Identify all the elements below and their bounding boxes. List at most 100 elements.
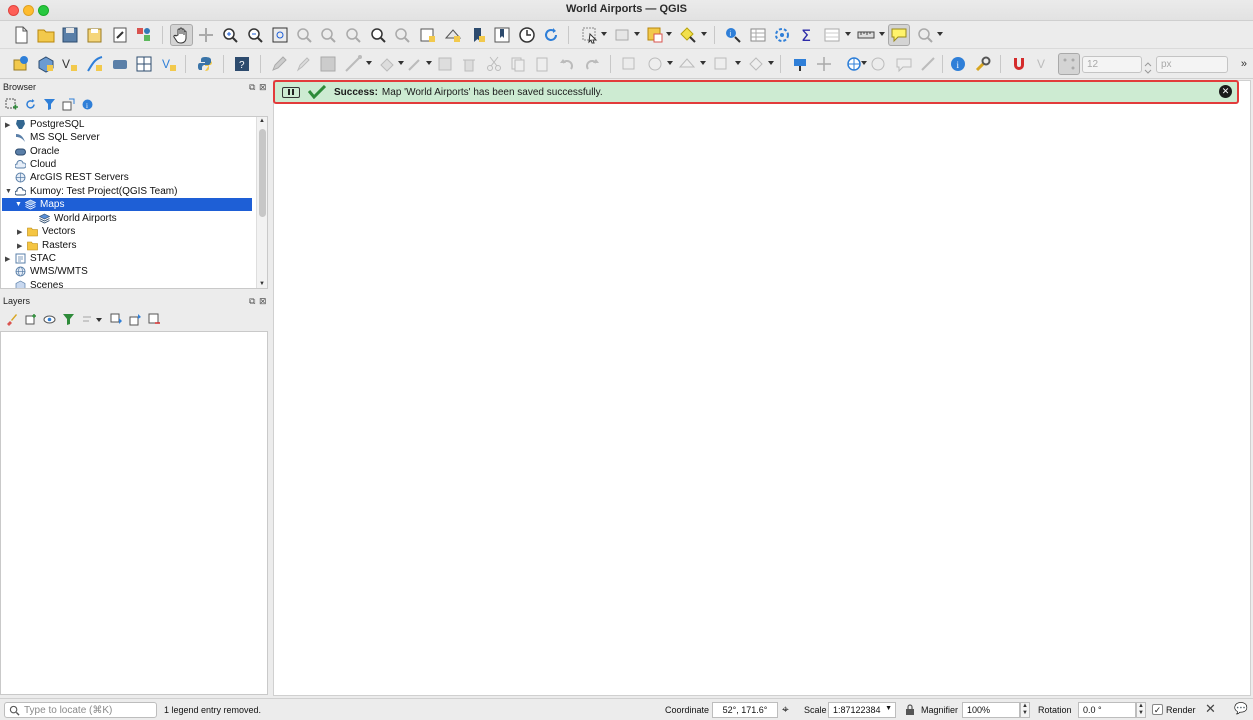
render-checkbox[interactable]: ✓ <box>1152 704 1163 715</box>
add-selected-layers-icon[interactable] <box>4 97 19 112</box>
new-spatialite-icon[interactable] <box>85 54 105 74</box>
tree-item-rasters[interactable]: ▶ Rasters <box>17 239 257 252</box>
collapse-arrow-icon[interactable]: ▼ <box>5 188 14 195</box>
add-group-icon[interactable] <box>23 312 38 327</box>
new-virtual-layer-icon[interactable] <box>134 54 154 74</box>
open-project-icon[interactable] <box>36 25 56 45</box>
new-3d-view-icon[interactable] <box>443 25 463 45</box>
visibility-eye-icon[interactable] <box>42 312 57 327</box>
rotation-spinner-icon[interactable]: ▲ ▼ <box>1136 702 1146 718</box>
statistics-icon[interactable]: Σ <box>797 25 817 45</box>
locator-search-input[interactable]: Type to locate (⌘K) <box>4 702 157 718</box>
tree-item-arcgis[interactable]: ArcGIS REST Servers <box>5 171 257 184</box>
add-ring-icon[interactable] <box>645 54 665 74</box>
magnifier-field[interactable]: 100% <box>962 702 1020 718</box>
undo-icon[interactable] <box>557 54 577 74</box>
offset-curve-icon[interactable] <box>746 54 766 74</box>
print-layout-icon[interactable] <box>110 25 130 45</box>
snapping-tolerance-input[interactable]: 12 <box>1082 56 1142 73</box>
save-edits-icon[interactable] <box>318 54 338 74</box>
zoom-native-icon[interactable] <box>343 25 363 45</box>
tree-item-wms[interactable]: WMS/WMTS <box>5 265 257 278</box>
new-project-icon[interactable] <box>11 25 31 45</box>
browser-panel-float-icon[interactable]: ⧉ <box>249 82 255 93</box>
scale-field[interactable]: 1:87122384 ▼ <box>828 702 896 718</box>
delete-selected-icon[interactable] <box>435 54 455 74</box>
fill-ring-icon[interactable] <box>677 54 697 74</box>
filter-legend-icon[interactable] <box>61 312 76 327</box>
data-source-manager-icon[interactable] <box>11 54 31 74</box>
expand-arrow-icon[interactable]: ▶ <box>17 242 26 250</box>
temporal-controller-icon[interactable] <box>517 25 537 45</box>
filter-browser-icon[interactable] <box>42 97 57 112</box>
new-shapefile-icon[interactable]: V <box>60 54 80 74</box>
collapse-arrow-icon[interactable]: ▼ <box>15 201 24 208</box>
attribute-table-icon[interactable] <box>748 25 768 45</box>
new-temp-layer-icon[interactable] <box>110 54 130 74</box>
new-mesh-icon[interactable]: V <box>159 54 179 74</box>
select-by-value-icon[interactable] <box>613 25 633 45</box>
help-icon[interactable]: ? <box>232 54 252 74</box>
zoom-to-layer-icon[interactable] <box>318 25 338 45</box>
browser-panel-close-icon[interactable]: ⊠ <box>259 82 267 93</box>
browser-scrollbar[interactable]: ▲ ▼ <box>256 117 267 288</box>
tracing-icon[interactable] <box>918 54 938 74</box>
pause-icon[interactable] <box>282 86 300 98</box>
zoom-last-icon[interactable] <box>368 25 388 45</box>
tolerance-spinner-icon[interactable] <box>1143 58 1153 78</box>
zoom-in-icon[interactable] <box>220 25 240 45</box>
tree-item-stac[interactable]: ▶ STAC <box>5 252 257 265</box>
select-location-icon[interactable] <box>678 25 698 45</box>
trash-icon[interactable] <box>459 54 479 74</box>
measure-icon[interactable] <box>856 25 876 45</box>
label-move-icon[interactable] <box>814 54 834 74</box>
crs-toggle-icon[interactable]: ⌖ <box>782 702 789 717</box>
tree-item-maps[interactable]: ▼ Maps <box>2 198 252 211</box>
expand-all-icon[interactable] <box>109 312 124 327</box>
settings-wrench-icon[interactable] <box>973 54 993 74</box>
lock-scale-icon[interactable] <box>905 704 915 716</box>
pan-to-selection-icon[interactable] <box>196 25 216 45</box>
style-brush-icon[interactable] <box>4 312 19 327</box>
browser-scroll-thumb[interactable] <box>259 129 266 217</box>
tree-item-oracle[interactable]: Oracle <box>5 145 257 158</box>
copy-icon[interactable] <box>508 54 528 74</box>
redo-icon[interactable] <box>582 54 602 74</box>
coordinate-field[interactable]: 52°, 171.6° <box>712 702 778 718</box>
tree-item-postgresql[interactable]: ▶ PostgreSQL <box>5 118 257 131</box>
toolbox-icon[interactable] <box>772 25 792 45</box>
vertex-tool-icon[interactable] <box>377 54 397 74</box>
save-project-icon[interactable] <box>60 25 80 45</box>
save-as-icon[interactable] <box>85 25 105 45</box>
rotation-field[interactable]: 0.0 ° <box>1078 702 1136 718</box>
toolbar-overflow-icon[interactable]: » <box>1241 58 1247 70</box>
deselect-icon[interactable] <box>645 25 665 45</box>
scroll-down-icon[interactable]: ▼ <box>259 281 265 287</box>
style-manager-icon[interactable] <box>134 25 154 45</box>
layers-panel-close-icon[interactable]: ⊠ <box>259 296 267 307</box>
toggle-editing-icon[interactable] <box>293 54 313 74</box>
messages-log-icon[interactable]: 💬 <box>1234 702 1248 715</box>
tree-item-kumoy[interactable]: ▼ Kumoy: Test Project(QGIS Team) <box>5 185 257 198</box>
scale-dropdown-icon[interactable]: ▼ <box>885 705 892 712</box>
scroll-up-icon[interactable]: ▲ <box>259 118 265 124</box>
attribute-table-dropdown-icon[interactable] <box>822 25 842 45</box>
info-icon[interactable]: i <box>948 54 968 74</box>
snapping-mode-icon[interactable]: V <box>1035 54 1055 74</box>
expand-arrow-icon[interactable]: ▶ <box>5 255 14 263</box>
layers-panel-float-icon[interactable]: ⧉ <box>249 296 255 307</box>
show-bookmarks-icon[interactable] <box>492 25 512 45</box>
python-console-icon[interactable] <box>195 54 215 74</box>
tree-item-vectors[interactable]: ▶ Vectors <box>17 225 257 238</box>
identify-icon[interactable]: i <box>723 25 743 45</box>
filter-dropdown-icon[interactable] <box>96 318 102 322</box>
collapse-all-icon[interactable] <box>61 97 76 112</box>
refresh-icon[interactable] <box>541 25 561 45</box>
layers-list[interactable] <box>0 331 268 695</box>
tree-item-world-airports[interactable]: World Airports <box>29 212 257 225</box>
expand-arrow-icon[interactable]: ▶ <box>5 121 14 129</box>
filter-expression-icon[interactable] <box>80 312 95 327</box>
zoom-to-selection-icon[interactable] <box>294 25 314 45</box>
snapping-magnet-icon[interactable] <box>1009 54 1029 74</box>
modify-attributes-icon[interactable] <box>405 54 425 74</box>
